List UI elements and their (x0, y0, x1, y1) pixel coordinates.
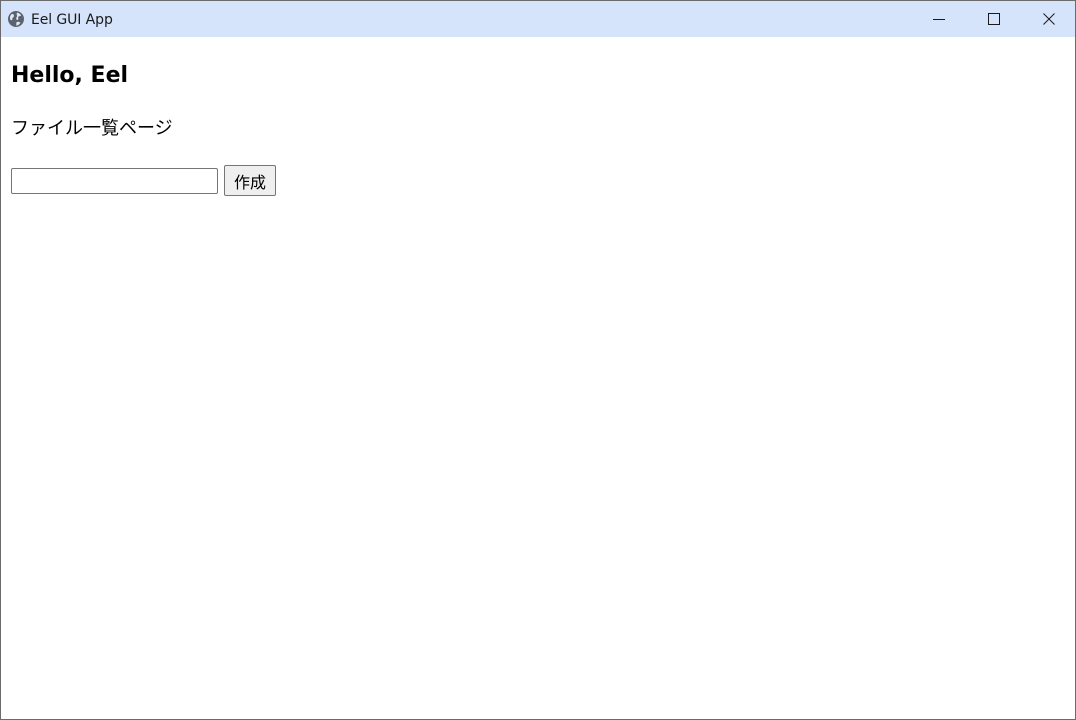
minimize-button[interactable] (911, 1, 966, 37)
page-subtitle: ファイル一覧ページ (11, 118, 173, 139)
page-heading: Hello, Eel (11, 63, 129, 88)
app-window: Eel GUI App Hello, Eel ファイル一覧ページ 作成 (0, 0, 1076, 720)
create-button[interactable]: 作成 (224, 165, 276, 196)
maximize-button[interactable] (966, 1, 1021, 37)
minimize-icon (932, 10, 945, 29)
name-input[interactable] (11, 168, 218, 194)
maximize-icon (987, 10, 1000, 29)
close-icon (1042, 10, 1055, 29)
close-button[interactable] (1021, 1, 1075, 37)
title-bar[interactable]: Eel GUI App (1, 1, 1075, 37)
globe-icon (7, 10, 25, 28)
page-content: Hello, Eel ファイル一覧ページ 作成 (1, 37, 1075, 719)
window-title: Eel GUI App (31, 12, 113, 28)
